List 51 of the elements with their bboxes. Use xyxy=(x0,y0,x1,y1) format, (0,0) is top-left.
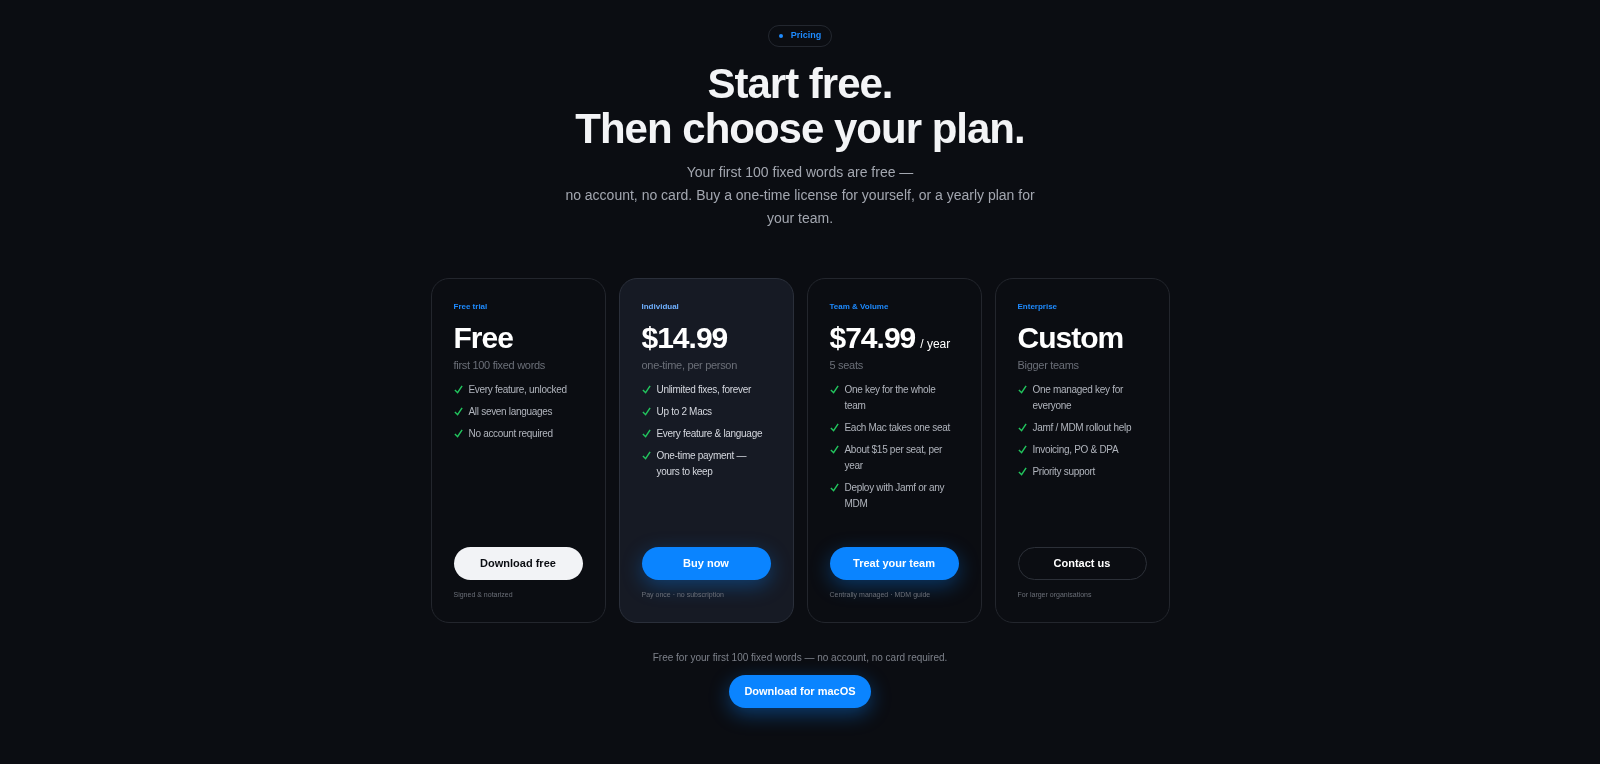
check-icon xyxy=(829,422,839,432)
plan-price: Free xyxy=(453,320,513,356)
feature-text: One managed key for everyone xyxy=(1032,382,1124,413)
page-heading: Start free. Then choose your plan. xyxy=(575,61,1025,151)
plan-button[interactable]: Buy now xyxy=(641,546,771,580)
check-icon xyxy=(453,406,463,416)
feature-text: Deploy with Jamf or any MDM xyxy=(844,480,946,511)
check-icon xyxy=(1017,384,1027,394)
check-icon xyxy=(1017,444,1027,454)
feature-text: Jamf / MDM rollout help xyxy=(1032,420,1132,435)
feature-text: One key for the whole team xyxy=(844,382,937,413)
plan-button[interactable]: Treat your team xyxy=(829,546,959,580)
check-icon xyxy=(829,384,839,394)
plan-price: $14.99 xyxy=(641,320,728,356)
feature-text: Up to 2 Macs xyxy=(656,404,712,419)
check-icon xyxy=(829,444,839,454)
plan-price: Custom xyxy=(1017,320,1124,356)
badge-label: Pricing xyxy=(790,29,822,43)
plan-tier-label: Individual xyxy=(641,301,679,313)
check-icon xyxy=(453,384,463,394)
plan-tier-label: Team & Volume xyxy=(829,301,889,313)
feature-text: Each Mac takes one seat xyxy=(844,420,950,435)
plan-unit: Bigger teams xyxy=(1017,358,1080,373)
feature-text: About $15 per seat, per year xyxy=(844,442,944,473)
feature-text: Priority support xyxy=(1032,464,1095,479)
plan-unit: 5 seats xyxy=(829,358,864,373)
check-icon xyxy=(1017,422,1027,432)
check-icon xyxy=(641,450,651,460)
plan-unit: first 100 fixed words xyxy=(453,358,547,373)
download-button[interactable]: Download for macOS xyxy=(729,675,871,708)
check-icon xyxy=(829,482,839,492)
check-icon xyxy=(641,406,651,416)
feature-text: Every feature, unlocked xyxy=(468,382,567,397)
check-icon xyxy=(641,428,651,438)
plan-tier-label: Enterprise xyxy=(1017,301,1058,313)
intro-paragraph: Your first 100 fixed words are free — no account, no card. Buy a one-time license for yourself, or a yearly plan for your team. xyxy=(565,163,1035,228)
check-icon xyxy=(641,384,651,394)
feature-text: One-time payment — yours to keep xyxy=(656,448,748,479)
plan-button[interactable]: Download free xyxy=(453,546,583,580)
feature-text: All seven languages xyxy=(468,404,553,419)
feature-text: Every feature & language xyxy=(656,426,763,441)
feature-text: Invoicing, PO & DPA xyxy=(1032,442,1119,457)
check-icon xyxy=(453,428,463,438)
feature-text: Unlimited fixes, forever xyxy=(656,382,751,397)
footer-note: Free for your first 100 fixed words — no account, no card required. xyxy=(652,651,948,665)
plan-tier-label: Free trial xyxy=(453,301,488,313)
price-period: / year xyxy=(920,336,951,353)
feature-text: No account required xyxy=(468,426,553,441)
plan-price: $74.99 xyxy=(829,320,916,356)
plan-unit: one-time, per person xyxy=(641,358,738,373)
check-icon xyxy=(1017,466,1027,476)
